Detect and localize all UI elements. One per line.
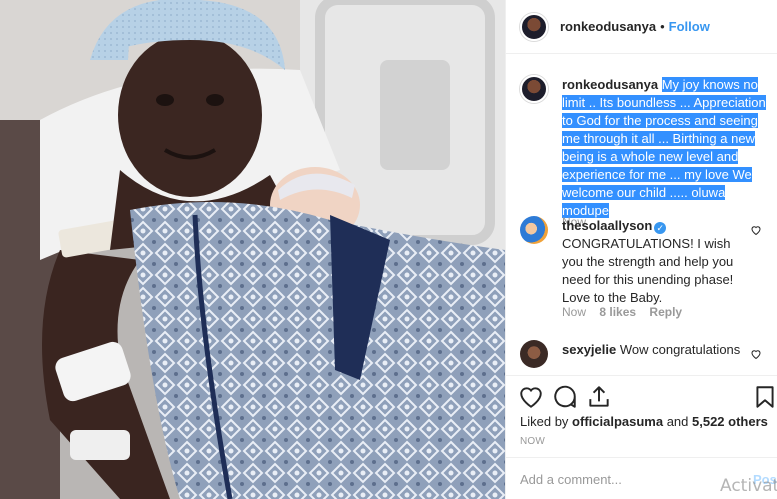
commenter-username[interactable]: sexyjelie bbox=[562, 342, 616, 357]
comment-like-heart-icon[interactable] bbox=[750, 224, 762, 236]
comment-meta: Now 8 likes Reply bbox=[562, 305, 692, 319]
header-separator: • bbox=[660, 19, 665, 34]
verified-badge-icon: ✓ bbox=[654, 222, 667, 234]
comment-text: thesolaallyson ✓ CONGRATULATIONS! I wish … bbox=[562, 217, 747, 307]
share-icon[interactable] bbox=[586, 384, 612, 410]
liked-by-user[interactable]: officialpasuma bbox=[572, 414, 663, 429]
bookmark-icon[interactable] bbox=[752, 384, 777, 410]
comment-input[interactable] bbox=[520, 469, 720, 489]
caption-username[interactable]: ronkeodusanya bbox=[562, 77, 658, 92]
commenter-username[interactable]: thesolaallyson bbox=[562, 218, 652, 233]
post-panel: ronkeodusanya • Follow ronkeodusanya My … bbox=[505, 0, 777, 499]
comment-icon[interactable] bbox=[552, 384, 578, 410]
commenter-avatar[interactable] bbox=[520, 216, 548, 244]
follow-button[interactable]: Follow bbox=[669, 19, 710, 34]
heart-icon[interactable] bbox=[518, 384, 544, 410]
comment-body: CONGRATULATIONS! I wish you the strength… bbox=[562, 236, 734, 305]
author-avatar[interactable] bbox=[520, 12, 548, 41]
comment-time[interactable]: Now bbox=[562, 305, 586, 319]
comment-text: sexyjelie Wow congratulations bbox=[562, 341, 747, 359]
caption-text: ronkeodusanya My joy knows no limit .. I… bbox=[562, 76, 774, 220]
post-photo[interactable] bbox=[0, 0, 505, 499]
reply-button[interactable]: Reply bbox=[649, 305, 682, 319]
post-header: ronkeodusanya • Follow bbox=[506, 0, 777, 54]
comments-list[interactable]: ronkeodusanya My joy knows no limit .. I… bbox=[506, 55, 777, 375]
comment-likes[interactable]: 8 likes bbox=[599, 305, 636, 319]
caption-avatar[interactable] bbox=[520, 75, 548, 103]
post-timestamp[interactable]: NOW bbox=[520, 436, 545, 447]
post-image bbox=[0, 0, 505, 499]
likes-count[interactable]: 5,522 others bbox=[692, 414, 768, 429]
likes-middle: and bbox=[663, 414, 692, 429]
comment-like-heart-icon[interactable] bbox=[750, 348, 762, 360]
commenter-avatar[interactable] bbox=[520, 340, 548, 368]
likes-prefix: Liked by bbox=[520, 414, 573, 429]
author-username[interactable]: ronkeodusanya bbox=[560, 19, 656, 34]
activation-watermark: Activate bbox=[720, 476, 777, 496]
likes-summary: Liked by officialpasuma and 5,522 others bbox=[520, 414, 768, 429]
caption-body: My joy knows no limit .. Its boundless .… bbox=[562, 77, 766, 218]
comment-body: Wow congratulations bbox=[619, 342, 741, 357]
